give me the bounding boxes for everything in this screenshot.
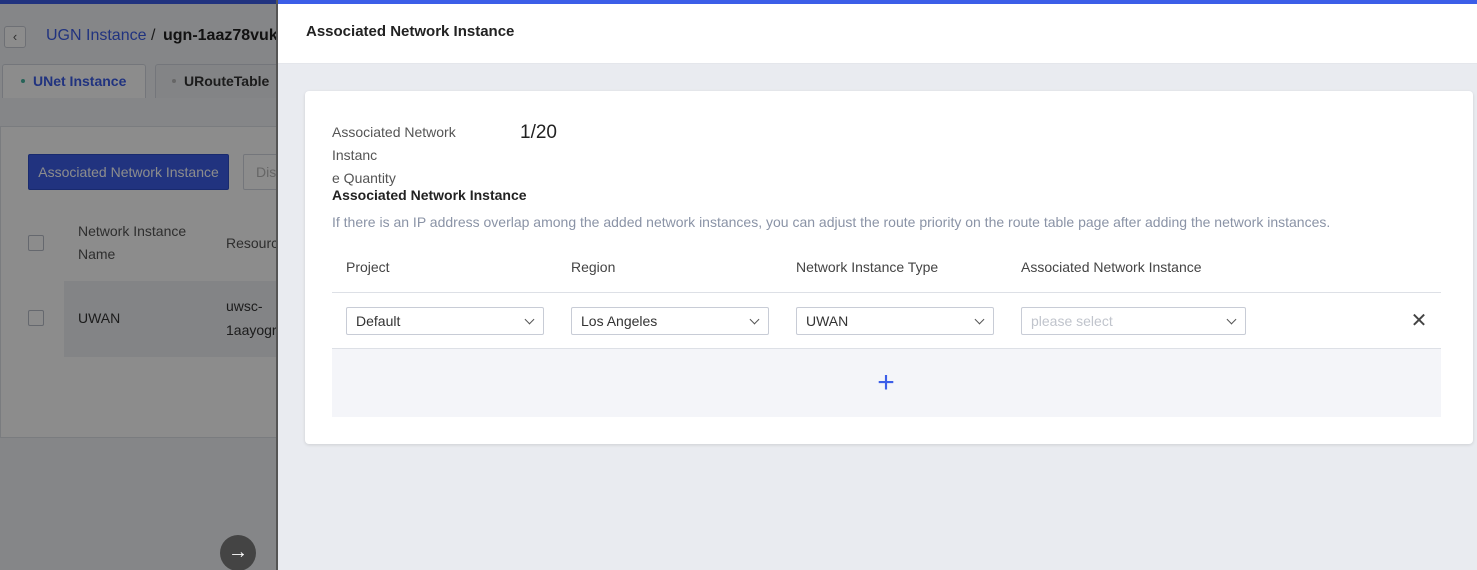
project-select[interactable]: Default	[346, 307, 544, 335]
modal-overlay[interactable]	[0, 0, 278, 570]
chevron-down-icon	[1226, 314, 1237, 325]
column-header-type: Network Instance Type	[796, 259, 939, 275]
column-header-project: Project	[346, 259, 390, 275]
chevron-down-icon	[974, 314, 985, 325]
type-select-value: UWAN	[806, 313, 849, 329]
region-select[interactable]: Los Angeles	[571, 307, 769, 335]
add-row-area[interactable]: +	[332, 349, 1441, 417]
quantity-label-line: Associated Network Instanc	[332, 124, 456, 163]
drawer-title: Associated Network Instance	[306, 23, 515, 40]
arrow-right-icon: →	[228, 541, 248, 563]
associated-instance-select[interactable]: please select	[1021, 307, 1246, 335]
remove-row-button[interactable]: ✕	[1407, 309, 1431, 333]
quantity-label: Associated Network Instanc e Quantity	[332, 121, 502, 190]
section-title: Associated Network Instance	[332, 187, 527, 203]
chevron-down-icon	[749, 314, 760, 325]
associate-drawer: Associated Network Instance Associated N…	[276, 0, 1477, 570]
project-select-value: Default	[356, 313, 401, 329]
plus-icon[interactable]: +	[874, 363, 898, 403]
chevron-down-icon	[524, 314, 535, 325]
overlap-hint: If there is an IP address overlap among …	[332, 214, 1331, 230]
close-icon: ✕	[1410, 310, 1428, 332]
column-header-associated-instance: Associated Network Instance	[1021, 259, 1202, 275]
instance-select-placeholder: please select	[1031, 313, 1113, 329]
network-instance-type-select[interactable]: UWAN	[796, 307, 994, 335]
next-button[interactable]: →	[220, 535, 256, 570]
form-panel: Associated Network Instanc e Quantity 1/…	[305, 91, 1473, 444]
region-select-value: Los Angeles	[581, 313, 658, 329]
column-header-region: Region	[571, 259, 616, 275]
quantity-value: 1/20	[520, 122, 557, 143]
header-divider	[332, 292, 1441, 293]
drawer-header: Associated Network Instance	[278, 4, 1477, 64]
